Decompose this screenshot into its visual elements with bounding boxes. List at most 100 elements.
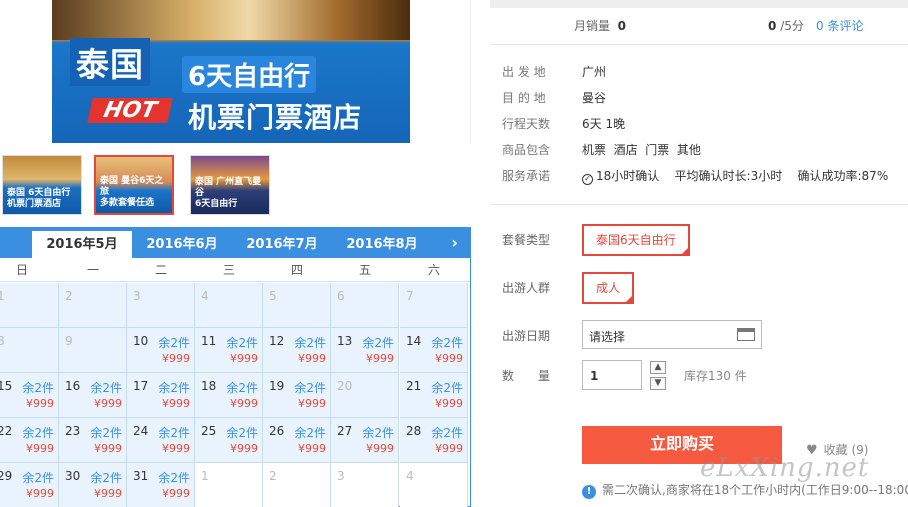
quantity-increase-button[interactable]: ▲: [650, 361, 666, 374]
tab-month-july[interactable]: 2016年7月: [232, 231, 332, 258]
calendar-day: 4: [195, 283, 263, 328]
thumbnail-3[interactable]: 泰国 广州直飞曼谷 6天自由行: [190, 155, 270, 215]
calendar-day-available[interactable]: 14 余2件 ¥999: [400, 328, 468, 373]
calendar-day: 3: [127, 283, 195, 328]
travel-date-label: 出游日期: [502, 329, 551, 343]
calendar-day-available[interactable]: 18 余2件 ¥999: [195, 373, 263, 418]
calendar-day-available[interactable]: 11 余2件 ¥999: [195, 328, 263, 373]
calendar-day: 20: [331, 373, 399, 418]
weekday-label: 四: [290, 263, 303, 277]
day-price: ¥999: [298, 352, 326, 365]
calendar-day: 2: [59, 283, 127, 328]
thumbnail-2[interactable]: 泰国 曼谷6天之旅 多款套餐任选: [94, 155, 174, 215]
day-price: ¥999: [298, 442, 326, 455]
remaining-count: 余2件: [431, 336, 463, 350]
tab-month-may[interactable]: 2016年5月: [32, 231, 132, 258]
rating: 0 /5分: [768, 19, 804, 33]
monthly-sales: 月销量 0: [574, 19, 627, 33]
day-number: 30: [65, 469, 81, 483]
calendar-day-available[interactable]: 16 余2件 ¥999: [59, 373, 127, 418]
calendar-day-available[interactable]: 29 余2件 ¥999: [0, 463, 59, 507]
calendar-day-available[interactable]: 15 余2件 ¥999: [0, 373, 59, 418]
day-number: 18: [201, 379, 217, 393]
calendar-day-available[interactable]: 23 余2件 ¥999: [59, 418, 127, 463]
date-placeholder: 请选择: [589, 330, 626, 344]
service-success-rate: 确认成功率:87%: [797, 169, 889, 183]
banner-subtitle: 6天自由行: [182, 56, 317, 93]
banner-divider: [470, 0, 471, 143]
calendar-day-available[interactable]: 24 余2件 ¥999: [127, 418, 195, 463]
day-number: 25: [201, 424, 217, 438]
calendar-day-available[interactable]: 21 余2件 ¥999: [400, 373, 468, 418]
day-number: 7: [406, 289, 414, 303]
day-number: 22: [0, 424, 13, 438]
remaining-count: 余2件: [158, 381, 190, 395]
day-number: 16: [65, 379, 81, 393]
weekday-label: 三: [222, 263, 235, 277]
remaining-count: 余2件: [158, 426, 190, 440]
remaining-count: 余2件: [294, 381, 326, 395]
info-value: 曼谷: [582, 91, 607, 105]
calendar-day-available[interactable]: 26 余2件 ¥999: [263, 418, 331, 463]
calendar-day-available[interactable]: 13 余2件 ¥999: [331, 328, 399, 373]
info-label: 服务承诺: [502, 169, 551, 183]
day-price: ¥999: [435, 397, 463, 410]
package-option-selected[interactable]: 泰国6天自由行: [582, 224, 690, 256]
travel-date-field[interactable]: 请选择: [582, 320, 762, 349]
remaining-count: 余2件: [158, 336, 190, 350]
tab-month-june[interactable]: 2016年6月: [132, 231, 232, 258]
calendar-day: 8: [0, 328, 59, 373]
calendar-icon[interactable]: [737, 328, 755, 341]
calendar-day: 2: [263, 463, 331, 507]
calendar-day-available[interactable]: 25 余2件 ¥999: [195, 418, 263, 463]
thumbnail-1[interactable]: 泰国 6天自由行 机票门票酒店: [2, 155, 82, 215]
banner-tagline: 机票门票酒店: [188, 101, 363, 134]
day-price: ¥999: [94, 487, 122, 500]
calendar-day-available[interactable]: 22 余2件 ¥999: [0, 418, 59, 463]
quantity-input[interactable]: 1: [582, 360, 642, 390]
calendar-day: 7: [400, 283, 468, 328]
day-number: 5: [269, 289, 277, 303]
quantity-decrease-button[interactable]: ▼: [650, 377, 666, 390]
banner-title: 泰国: [70, 38, 150, 86]
banner-temple-backdrop: [52, 0, 410, 40]
service-avg-time: 平均确认时长:3小时: [674, 169, 783, 183]
service-confirm: 18小时确认: [596, 169, 660, 183]
calendar-day-available[interactable]: 19 余2件 ¥999: [263, 373, 331, 418]
day-number: 6: [337, 289, 345, 303]
calendar-day: 1: [195, 463, 263, 507]
calendar-day-available[interactable]: 17 余2件 ¥999: [127, 373, 195, 418]
remaining-count: 余2件: [431, 426, 463, 440]
day-number: 26: [269, 424, 285, 438]
traveler-option-selected[interactable]: 成人: [582, 272, 635, 304]
chevron-right-icon[interactable]: ›: [451, 233, 458, 252]
day-price: ¥999: [162, 352, 190, 365]
day-price: ¥999: [162, 487, 190, 500]
info-value: 机票 酒店 门票 其他: [582, 143, 701, 157]
day-number: 4: [201, 289, 209, 303]
remaining-count: 余2件: [294, 426, 326, 440]
thumbnail-caption: 泰国 曼谷6天之旅 多款套餐任选: [100, 176, 164, 208]
calendar-day-available[interactable]: 30 余2件 ¥999: [59, 463, 127, 507]
day-number: 17: [133, 379, 149, 393]
reviews-link[interactable]: 0 条评论: [816, 17, 863, 34]
day-number: 13: [337, 334, 353, 348]
package-type-label: 套餐类型: [502, 233, 551, 247]
day-price: ¥999: [26, 487, 54, 500]
calendar-day-available[interactable]: 12 余2件 ¥999: [263, 328, 331, 373]
calendar-day-available[interactable]: 31 余2件 ¥999: [127, 463, 195, 507]
traveler-type-label: 出游人群: [502, 281, 551, 295]
tab-month-august[interactable]: 2016年8月: [332, 231, 432, 258]
calendar-day-available[interactable]: 28 余2件 ¥999: [400, 418, 468, 463]
weekday-label: 六: [427, 263, 440, 277]
day-price: ¥999: [366, 442, 394, 455]
info-label: 行程天数: [502, 117, 551, 131]
calendar-day-available[interactable]: 27 余2件 ¥999: [331, 418, 399, 463]
calendar-day-available[interactable]: 10 余2件 ¥999: [127, 328, 195, 373]
main-banner-image: 泰国 6天自由行 HOT 机票门票酒店: [52, 0, 410, 143]
remaining-count: 余2件: [22, 426, 54, 440]
calendar-day: 3: [331, 463, 399, 507]
price-calendar: 2016年5月 2016年6月 2016年7月 2016年8月 › 日 一 二 …: [0, 227, 471, 507]
remaining-count: 余2件: [90, 426, 122, 440]
remaining-count: 余2件: [294, 336, 326, 350]
